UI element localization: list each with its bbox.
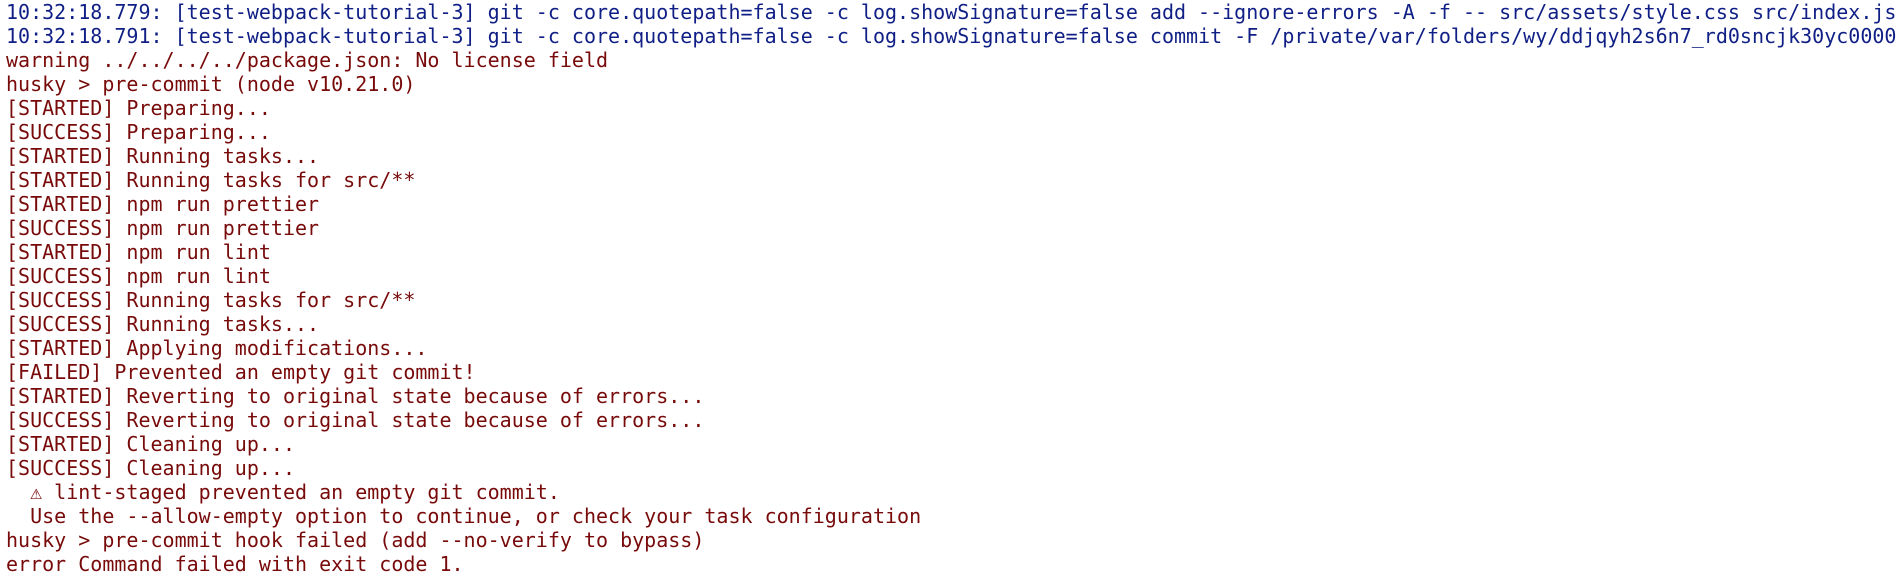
console-line: [STARTED] npm run prettier — [6, 192, 320, 216]
console-line: [STARTED] Cleaning up... — [6, 432, 295, 456]
console-line-git-commit-command: 10:32:18.791: [test-webpack-tutorial-3] … — [6, 24, 1897, 48]
console-line: [SUCCESS] Cleaning up... — [6, 456, 295, 480]
console-line: [SUCCESS] npm run lint — [6, 264, 271, 288]
console-line-allow-empty-hint: Use the --allow-empty option to continue… — [6, 504, 922, 528]
console-line: [SUCCESS] npm run prettier — [6, 216, 320, 240]
console-line: [SUCCESS] Preparing... — [6, 120, 271, 144]
console-line-husky-pre-commit: husky > pre-commit (node v10.21.0) — [6, 72, 416, 96]
console-line-warning: warning ../../../../package.json: No lic… — [6, 48, 609, 72]
console-line: [STARTED] Reverting to original state be… — [6, 384, 705, 408]
console-output[interactable]: 10:32:18.779: [test-webpack-tutorial-3] … — [0, 0, 1897, 580]
console-line: [STARTED] Running tasks... — [6, 144, 320, 168]
console-line: [SUCCESS] Running tasks... — [6, 312, 320, 336]
console-line: [STARTED] npm run lint — [6, 240, 271, 264]
console-line: [STARTED] Applying modifications... — [6, 336, 428, 360]
console-line: [SUCCESS] Running tasks for src/** — [6, 288, 416, 312]
console-line: [STARTED] Running tasks for src/** — [6, 168, 416, 192]
console-line-hook-failed: husky > pre-commit hook failed (add --no… — [6, 528, 705, 552]
console-line-git-add-command: 10:32:18.779: [test-webpack-tutorial-3] … — [6, 0, 1897, 24]
console-line: [STARTED] Preparing... — [6, 96, 271, 120]
console-line: [SUCCESS] Reverting to original state be… — [6, 408, 705, 432]
console-line-error-exit-code: error Command failed with exit code 1. — [6, 552, 464, 576]
console-line-failed: [FAILED] Prevented an empty git commit! — [6, 360, 476, 384]
console-line-warning-empty-commit: ⚠ lint-staged prevented an empty git com… — [6, 480, 560, 504]
